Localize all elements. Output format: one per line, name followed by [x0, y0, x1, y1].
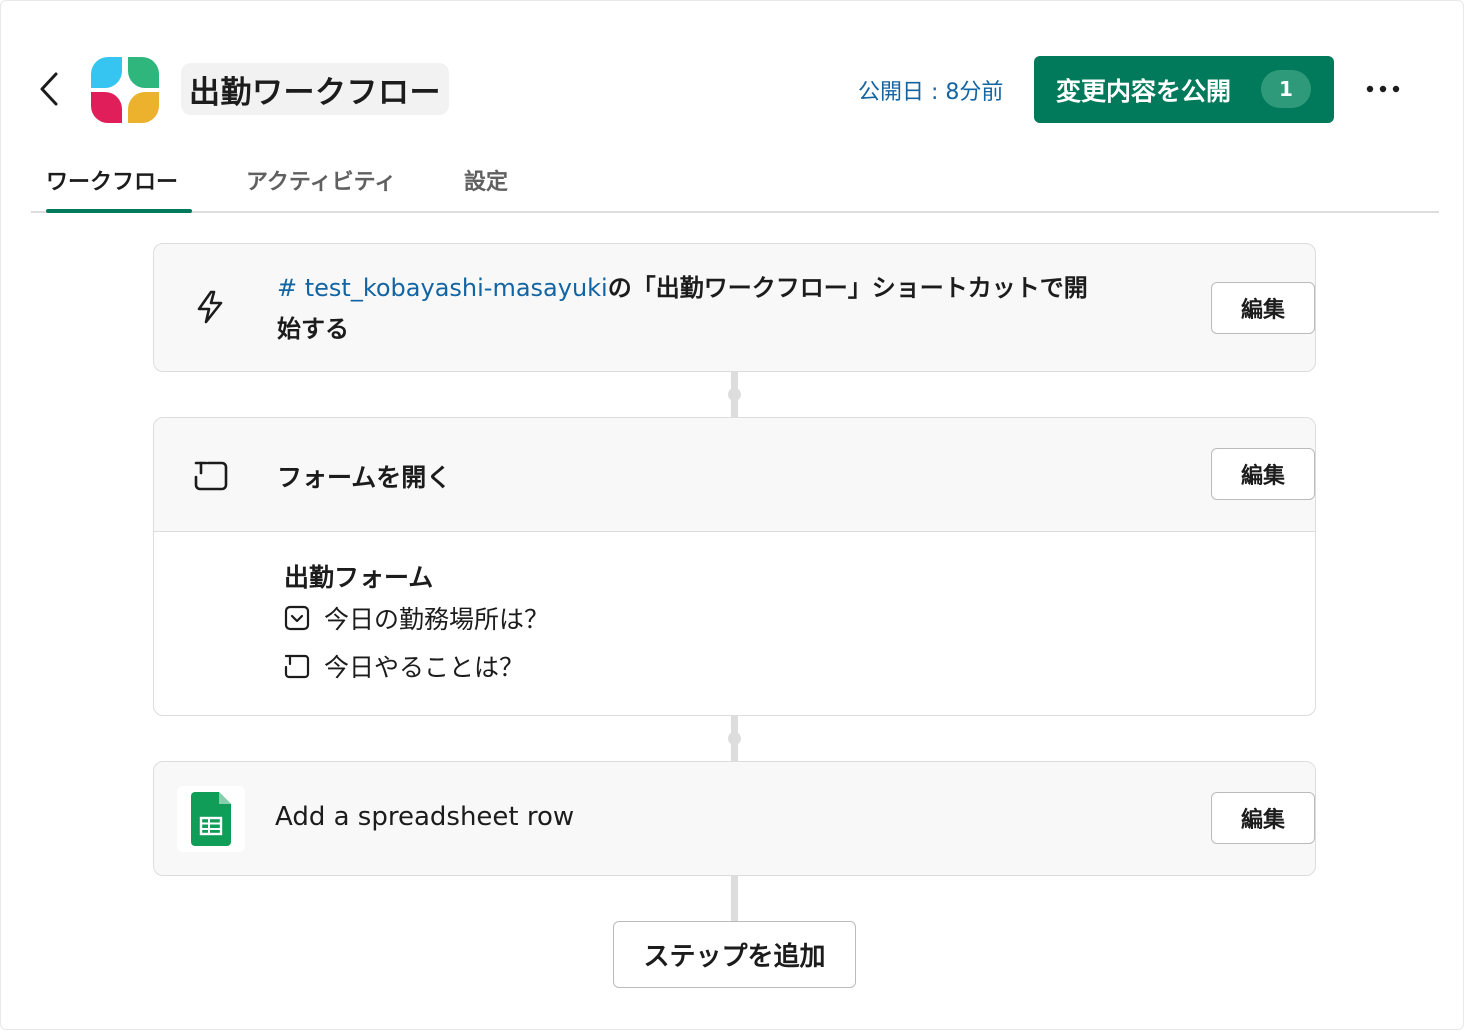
- text-field-icon: [194, 461, 228, 491]
- publish-button-label: 変更内容を公開: [1056, 76, 1232, 106]
- form-step-title: フォームを開く: [277, 463, 452, 492]
- form-name: 出勤フォーム: [284, 563, 434, 592]
- workflow-logo-icon: [91, 57, 159, 123]
- edit-sheets-button[interactable]: 編集: [1211, 792, 1315, 844]
- edit-form-button[interactable]: 編集: [1211, 448, 1315, 500]
- tab-activity[interactable]: アクティビティ: [246, 164, 396, 196]
- google-sheets-icon: [191, 792, 231, 846]
- back-button[interactable]: [34, 70, 66, 108]
- form-preview: 出勤フォーム 今日の勤務場所は？ 今日やることは？: [154, 531, 1315, 715]
- form-step-card[interactable]: フォームを開く 編集 出勤フォーム 今日の勤務場所は？ 今日やることは？: [153, 417, 1316, 716]
- connector-dot: [728, 732, 741, 745]
- publish-changes-button[interactable]: 変更内容を公開 1: [1034, 56, 1334, 123]
- form-field: 今日の勤務場所は？: [284, 600, 549, 636]
- lightning-bolt-icon: [197, 290, 223, 324]
- add-step-button[interactable]: ステップを追加: [613, 921, 856, 988]
- step-connector: [731, 875, 738, 922]
- published-status: 公開日 : 8分前: [858, 80, 1004, 105]
- dropdown-select-icon: [284, 605, 310, 631]
- trigger-description: # test_kobayashi-masayukiの「出勤ワークフロー」ショート…: [277, 268, 1107, 350]
- changes-count-badge: 1: [1261, 70, 1311, 108]
- channel-link[interactable]: # test_kobayashi-masayuki: [277, 274, 608, 302]
- trigger-step-card[interactable]: # test_kobayashi-masayukiの「出勤ワークフロー」ショート…: [153, 243, 1316, 372]
- form-field-label: 今日やることは？: [324, 653, 525, 682]
- text-field-icon: [284, 654, 310, 679]
- sheets-icon-container: [177, 786, 245, 852]
- form-field: 今日やることは？: [284, 648, 524, 684]
- chevron-left-icon: [40, 72, 58, 106]
- form-field-label: 今日の勤務場所は？: [324, 605, 550, 634]
- workflow-title-text: 出勤ワークフロー: [189, 74, 441, 111]
- sheets-step-card[interactable]: Add a spreadsheet row 編集: [153, 761, 1316, 876]
- active-tab-indicator: [46, 209, 192, 213]
- tab-settings[interactable]: 設定: [464, 164, 508, 196]
- connector-dot: [728, 388, 741, 401]
- edit-trigger-button[interactable]: 編集: [1211, 282, 1315, 334]
- tab-workflow[interactable]: ワークフロー: [46, 164, 178, 196]
- tabs-divider: [31, 211, 1439, 213]
- workflow-title[interactable]: 出勤ワークフロー: [181, 63, 449, 115]
- sheets-step-title: Add a spreadsheet row: [275, 802, 575, 832]
- ellipsis-icon: [1366, 85, 1400, 93]
- more-options-button[interactable]: [1362, 72, 1404, 106]
